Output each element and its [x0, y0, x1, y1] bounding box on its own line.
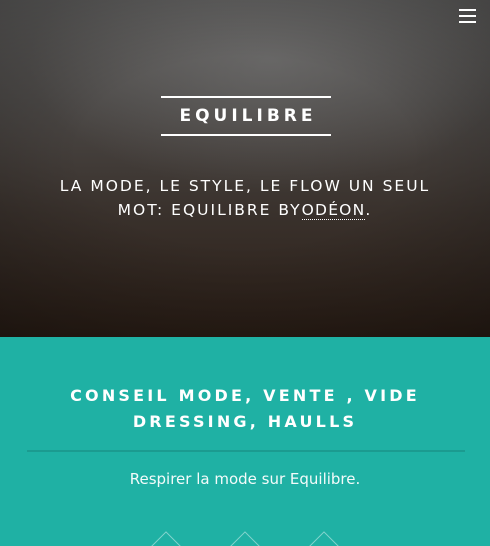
- site-title: EQUILIBRE: [179, 106, 317, 126]
- hamburger-menu-icon[interactable]: [459, 8, 476, 23]
- tagline-text: LA MODE, LE STYLE, LE FLOW UN SEUL MOT: …: [59, 176, 431, 219]
- hero-section: EQUILIBRE LA MODE, LE STYLE, LE FLOW UN …: [0, 0, 490, 337]
- intro-banner: CONSEIL MODE, VENTE , VIDE DRESSING, HAU…: [0, 337, 490, 546]
- hero-content: EQUILIBRE LA MODE, LE STYLE, LE FLOW UN …: [0, 0, 490, 337]
- tagline-period: .: [365, 200, 373, 219]
- menu-bar-middle: [459, 15, 476, 17]
- banner-heading: CONSEIL MODE, VENTE , VIDE DRESSING, HAU…: [20, 383, 470, 435]
- tagline-brand-link[interactable]: ODÉON: [301, 200, 366, 220]
- hero-tagline: LA MODE, LE STYLE, LE FLOW UN SEUL MOT: …: [45, 174, 445, 222]
- site-title-box: EQUILIBRE: [161, 96, 331, 136]
- banner-heading-line-1: CONSEIL MODE, VENTE , VIDE: [70, 386, 420, 405]
- page: EQUILIBRE LA MODE, LE STYLE, LE FLOW UN …: [0, 0, 490, 546]
- menu-bar-bottom: [459, 21, 476, 23]
- decorative-shapes: [0, 527, 490, 546]
- diamond-shape: [225, 531, 265, 546]
- banner-subtext: Respirer la mode sur Equilibre.: [129, 470, 361, 488]
- banner-divider: [27, 450, 465, 452]
- banner-heading-line-2: DRESSING, HAULLS: [132, 412, 358, 431]
- diamond-shape: [146, 531, 186, 546]
- menu-bar-top: [459, 9, 476, 11]
- diamond-shape: [304, 531, 344, 546]
